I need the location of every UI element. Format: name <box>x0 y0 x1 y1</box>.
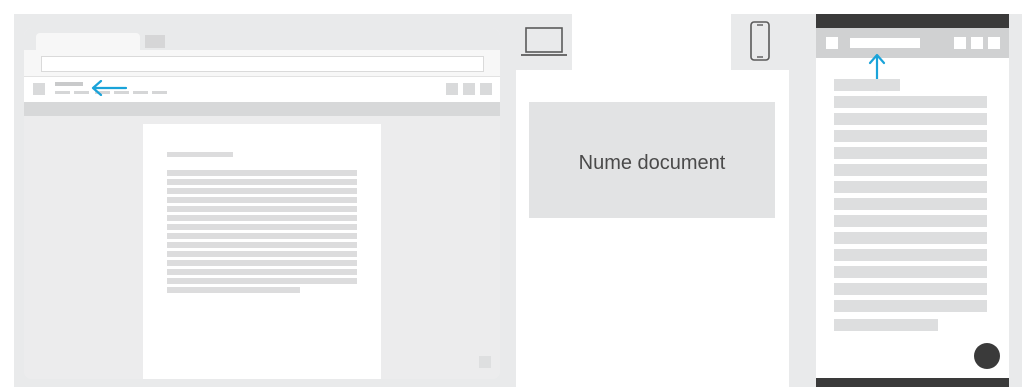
phone-header-button[interactable] <box>988 37 1000 49</box>
editor-toolbar <box>24 102 500 116</box>
phone-header-button[interactable] <box>954 37 966 49</box>
phone-doc-text-line <box>834 249 987 261</box>
phone-doc-text-line <box>834 232 987 244</box>
phone-doc-text-line <box>834 319 938 331</box>
doc-text-line <box>167 251 357 257</box>
address-bar[interactable] <box>41 56 484 72</box>
phone-doc-text-line <box>834 96 987 108</box>
browser-tab-new[interactable] <box>145 35 165 48</box>
doc-heading-line <box>167 152 233 157</box>
doc-text-line <box>167 215 357 221</box>
phone-bottom-bar <box>816 378 1009 387</box>
doc-text-line <box>167 242 357 248</box>
phone-doc-text-line <box>834 147 987 159</box>
phone-doc-text-line <box>834 130 987 142</box>
menu-item-placeholder[interactable] <box>152 91 167 94</box>
laptop-icon <box>521 27 567 56</box>
phone-status-bar <box>816 14 1009 28</box>
phone-header-button[interactable] <box>971 37 983 49</box>
arrow-left-icon <box>91 80 128 96</box>
doc-text-line <box>167 179 357 185</box>
phone-doc-text-line <box>834 283 987 295</box>
doc-text-line <box>167 224 357 230</box>
phone-doc-text-line <box>834 113 987 125</box>
doc-text-line <box>167 269 357 275</box>
doc-title-placeholder <box>55 82 83 86</box>
document-name-label: Nume document <box>578 152 726 174</box>
menu-item-placeholder[interactable] <box>133 91 148 94</box>
phone-doc-text-line <box>834 164 987 176</box>
phone-menu-button[interactable] <box>826 37 838 49</box>
phone-doc-heading-line <box>834 79 900 91</box>
phone-doc-text-line <box>834 198 987 210</box>
menu-item-placeholder[interactable] <box>74 91 89 94</box>
header-button[interactable] <box>480 83 492 95</box>
doc-text-line <box>167 170 357 176</box>
phone-fab-button[interactable] <box>974 343 1000 369</box>
doc-text-line <box>167 188 357 194</box>
phone-doc-text-line <box>834 181 987 193</box>
header-button[interactable] <box>463 83 475 95</box>
doc-text-line <box>167 260 357 266</box>
phone-icon <box>750 21 770 61</box>
phone-doc-text-line <box>834 300 987 312</box>
doc-text-line <box>167 287 300 293</box>
phone-doc-text-line <box>834 215 987 227</box>
doc-text-line <box>167 233 357 239</box>
app-logo <box>33 83 45 95</box>
doc-text-line <box>167 206 357 212</box>
doc-text-line <box>167 278 357 284</box>
header-button[interactable] <box>446 83 458 95</box>
phone-title-bar <box>850 38 920 48</box>
menu-item-placeholder[interactable] <box>55 91 70 94</box>
scroll-corner-button[interactable] <box>479 356 491 368</box>
doc-text-line <box>167 197 357 203</box>
phone-doc-text-line <box>834 266 987 278</box>
